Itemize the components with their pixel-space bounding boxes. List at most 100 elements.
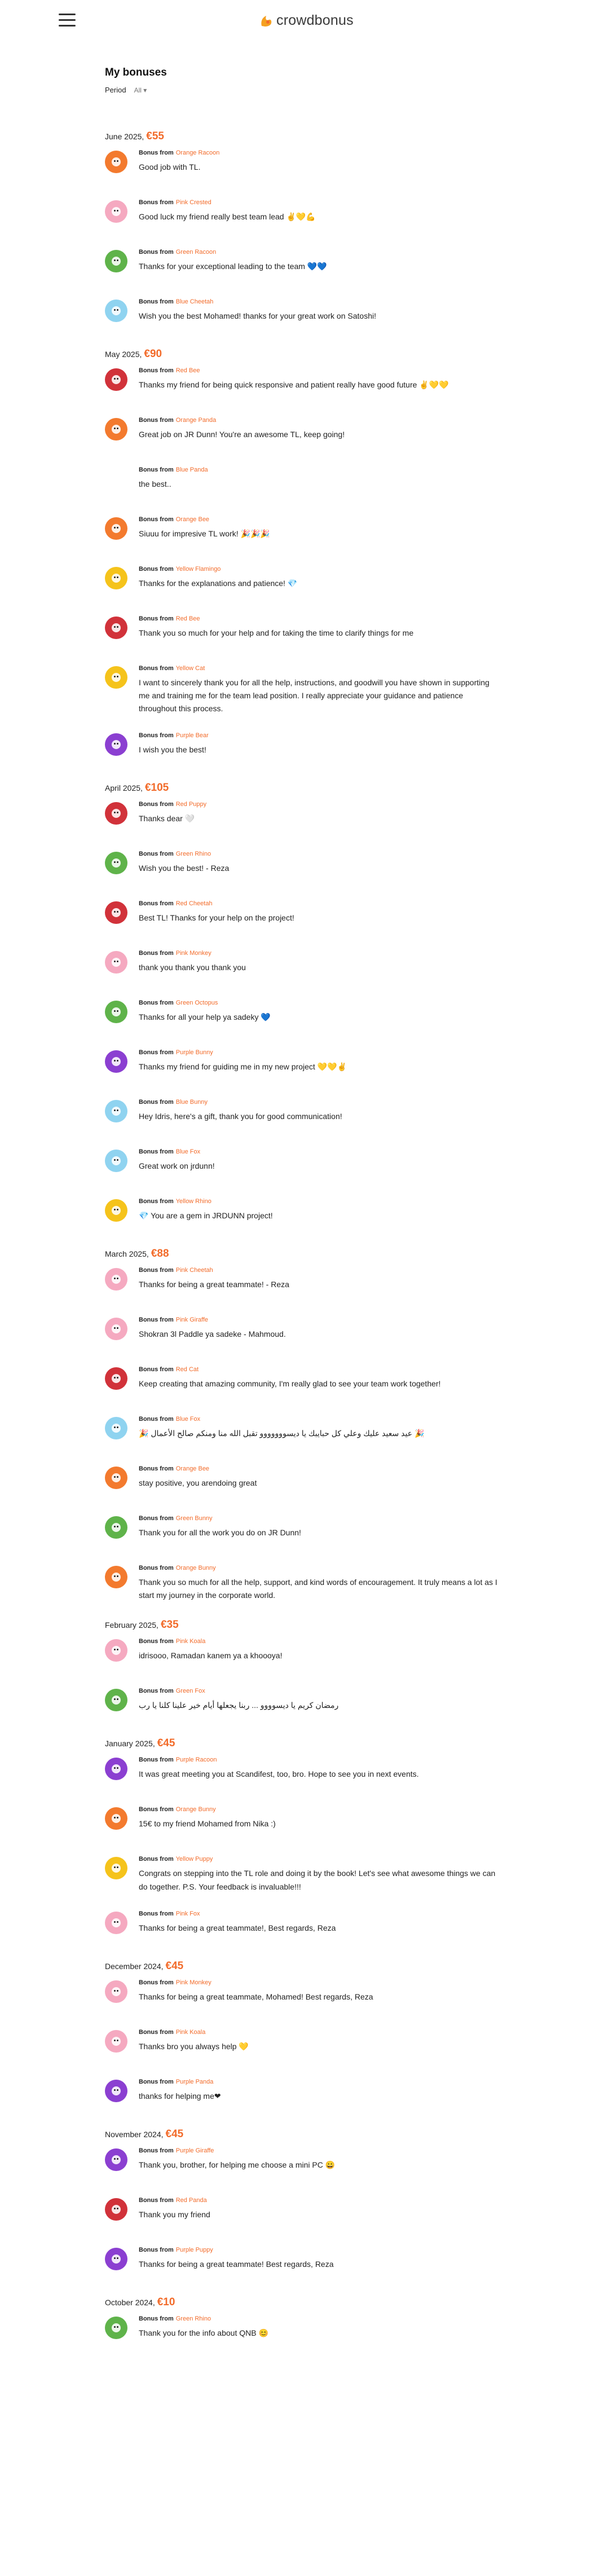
bonus-sender: Bonus from Purple Bunny xyxy=(139,1049,500,1056)
month-section: February 2025, €35 Bonus from Pink Koala idr… xyxy=(105,1619,500,1720)
month-label: February 2025, xyxy=(105,1621,158,1630)
animal-face-icon xyxy=(112,908,121,918)
sender-avatar xyxy=(105,300,127,322)
bonus-item: Bonus from Purple Giraffe Thank you, broth… xyxy=(105,2147,500,2180)
month-amount: €45 xyxy=(165,2128,184,2140)
sender-avatar xyxy=(105,1689,127,1712)
bonus-sender: Bonus from Orange Panda xyxy=(139,417,500,424)
animal-face-icon xyxy=(112,425,121,434)
bonus-from-label: Bonus from xyxy=(139,367,174,374)
bonus-sender: Bonus from Purple Giraffe xyxy=(139,2147,500,2154)
bonus-body: Bonus from Green Octopus Thanks for all yo… xyxy=(139,999,500,1024)
bonus-sender: Bonus from Green Fox xyxy=(139,1688,500,1694)
bonus-body: Bonus from Green Bunny Thank you for all t… xyxy=(139,1515,500,1539)
bonus-item: Bonus from Yellow Rhino 💎 You are a gem in… xyxy=(105,1198,500,1231)
bonus-item: Bonus from Purple Racoon It was great meet… xyxy=(105,1756,500,1789)
bonus-item: Bonus from Blue Bunny Hey Idris, here's a … xyxy=(105,1099,500,1131)
bonus-body: Bonus from Pink Cheetah Thanks for being a… xyxy=(139,1267,500,1291)
sender-name: Red Bee xyxy=(175,615,200,622)
bonus-body: Bonus from Pink Giraffe Shokran 3l Paddle … xyxy=(139,1316,500,1341)
sender-avatar xyxy=(105,468,127,490)
bonus-from-label: Bonus from xyxy=(139,2246,174,2253)
bonus-from-label: Bonus from xyxy=(139,851,174,858)
sender-avatar xyxy=(105,517,127,540)
bonus-item: Bonus from Purple Puppy Thanks for being a… xyxy=(105,2247,500,2279)
bonus-message: 15€ to my friend Mohamed from Nika :) xyxy=(139,1819,276,1829)
animal-face-icon xyxy=(112,740,121,750)
menu-icon[interactable] xyxy=(59,14,76,27)
bonus-message: Thanks for being a great teammate!, Best… xyxy=(139,1923,336,1932)
animal-face-icon xyxy=(112,809,121,818)
bonus-item: Bonus from Pink Koala idrisooo, Ramadan ka… xyxy=(105,1638,500,1671)
sender-name: Purple Puppy xyxy=(175,2246,213,2253)
sender-avatar xyxy=(105,1001,127,1024)
month-header: June 2025, €55 xyxy=(105,130,500,143)
bonus-from-label: Bonus from xyxy=(139,516,174,523)
sender-name: Blue Fox xyxy=(175,1416,201,1423)
sender-avatar xyxy=(105,250,127,272)
sender-avatar xyxy=(105,1417,127,1440)
animal-face-icon xyxy=(112,623,121,632)
animal-face-icon xyxy=(112,1206,121,1216)
bonus-from-label: Bonus from xyxy=(139,1198,174,1205)
bonus-item: Bonus from Yellow Puppy Congrats on steppi… xyxy=(105,1856,500,1893)
sender-name: Green Bunny xyxy=(175,1515,213,1522)
bonus-sender: Bonus from Yellow Puppy xyxy=(139,1856,500,1862)
bonus-item: Bonus from Yellow Flamingo Thanks for the … xyxy=(105,566,500,598)
bonus-from-label: Bonus from xyxy=(139,249,174,256)
animal-face-icon xyxy=(112,1057,121,1067)
logo-mark-icon xyxy=(261,15,272,27)
animal-face-icon xyxy=(112,524,121,533)
bonus-item: Bonus from Orange Bee Siuuu for impresive … xyxy=(105,516,500,549)
sender-name: Green Rhino xyxy=(175,2315,211,2322)
sender-avatar xyxy=(105,1199,127,1222)
bonus-sender: Bonus from Pink Koala xyxy=(139,1638,500,1645)
bonus-body: Bonus from Red Puppy Thanks dear 🤍 xyxy=(139,801,500,825)
bonus-item: Bonus from Blue Panda the best.. xyxy=(105,466,500,499)
bonus-sender: Bonus from Purple Puppy xyxy=(139,2247,500,2253)
bonus-body: Bonus from Pink Koala idrisooo, Ramadan ka… xyxy=(139,1638,500,1662)
sender-name: Pink Monkey xyxy=(175,1979,211,1986)
bonus-body: Bonus from Purple Puppy Thanks for being a… xyxy=(139,2247,500,2271)
bonus-item: Bonus from Green Fox رمضان كريم يا ديسوووو… xyxy=(105,1688,500,1720)
bonus-message: the best.. xyxy=(139,479,171,488)
month-header: March 2025, €88 xyxy=(105,1248,500,1260)
animal-face-icon xyxy=(112,574,121,583)
sender-avatar xyxy=(105,1367,127,1390)
bonus-body: Bonus from Red Bee Thank you so much for y… xyxy=(139,615,500,640)
bonus-from-label: Bonus from xyxy=(139,417,174,424)
sender-name: Purple Bear xyxy=(175,732,209,739)
bonus-from-label: Bonus from xyxy=(139,615,174,622)
bonus-message: Thanks for your exceptional leading to t… xyxy=(139,262,327,271)
sender-avatar xyxy=(105,733,127,756)
month-amount: €55 xyxy=(146,130,164,142)
bonus-message: Keep creating that amazing community, I'… xyxy=(139,1379,441,1389)
sender-avatar xyxy=(105,200,127,223)
logo[interactable]: crowdbonus xyxy=(259,12,354,29)
bonus-sender: Bonus from Purple Bear xyxy=(139,732,500,739)
sender-name: Pink Crested xyxy=(175,199,211,206)
bonus-item: Bonus from Green Octopus Thanks for all yo… xyxy=(105,999,500,1032)
bonus-body: Bonus from Purple Giraffe Thank you, broth… xyxy=(139,2147,500,2172)
period-select[interactable]: All ▾ xyxy=(134,86,147,94)
bonus-message: Good job with TL. xyxy=(139,162,201,171)
animal-face-icon xyxy=(112,1324,121,1334)
bonus-body: Bonus from Pink Crested Good luck my frien… xyxy=(139,199,500,223)
bonus-sender: Bonus from Green Racoon xyxy=(139,249,500,256)
top-bar: crowdbonus xyxy=(0,0,604,42)
bonus-item: Bonus from Purple Panda thanks for helping… xyxy=(105,2079,500,2111)
sender-name: Orange Bee xyxy=(175,1465,210,1473)
bonus-body: Bonus from Orange Bunny Thank you so much … xyxy=(139,1565,500,1602)
animal-face-icon xyxy=(112,157,121,166)
bonus-sender: Bonus from Pink Monkey xyxy=(139,950,500,957)
sender-name: Yellow Cat xyxy=(175,665,205,672)
main-content: My bonuses Period All ▾ June 2025, €55 Bon… xyxy=(105,67,500,2365)
bonus-body: Bonus from Red Cheetah Best TL! Thanks for… xyxy=(139,900,500,924)
bonus-months: June 2025, €55 Bonus from Orange Racoon Good… xyxy=(105,130,500,2348)
bonus-item: Bonus from Red Bee Thank you so much for y… xyxy=(105,615,500,648)
bonus-body: Bonus from Green Racoon Thanks for your ex… xyxy=(139,249,500,273)
bonus-body: Bonus from Orange Bunny 15€ to my friend M… xyxy=(139,1806,500,1830)
month-section: April 2025, €105 Bonus from Red Puppy Thanks… xyxy=(105,782,500,1231)
bonus-sender: Bonus from Green Rhino xyxy=(139,2315,500,2322)
bonus-message: Thanks for all your help ya sadeky 💙 xyxy=(139,1012,271,1022)
